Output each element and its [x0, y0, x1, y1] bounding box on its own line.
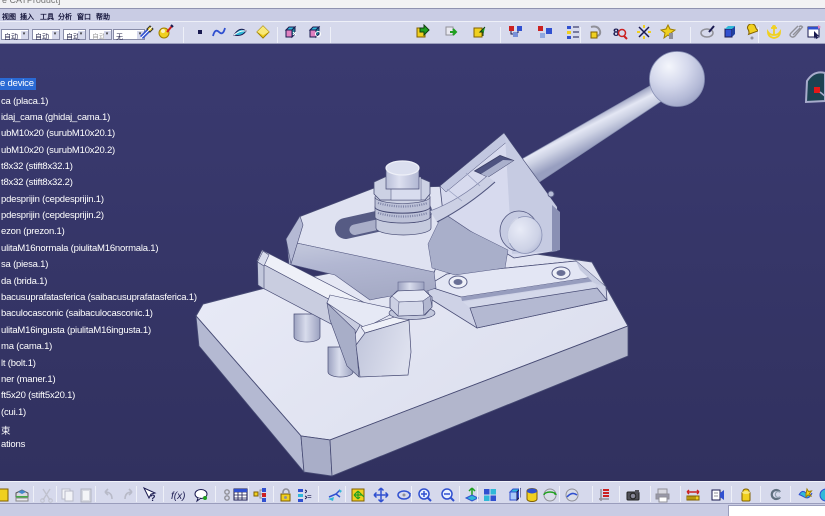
svg-text:f(x): f(x) — [171, 491, 185, 502]
svg-text:?: ? — [150, 493, 156, 503]
svg-text:=: = — [307, 492, 312, 501]
